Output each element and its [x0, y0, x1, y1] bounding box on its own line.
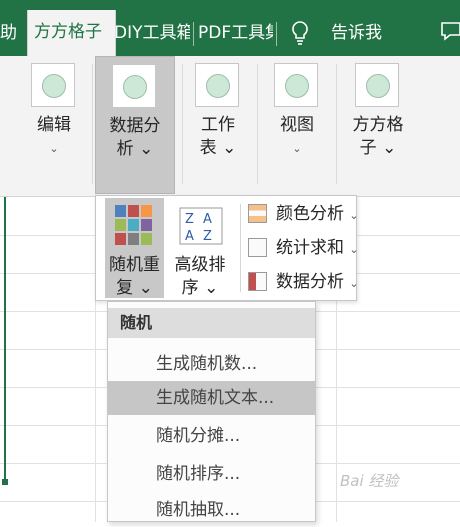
- tab-pdf-tools[interactable]: PDF工具集: [198, 14, 273, 56]
- svg-text:A: A: [203, 212, 212, 227]
- menu-item-generate-random-number[interactable]: 生成随机数...: [108, 347, 315, 381]
- menu-item-random-sort[interactable]: 随机排序...: [108, 457, 315, 491]
- tab-help[interactable]: 助: [0, 14, 22, 56]
- tab-separator: [193, 22, 194, 46]
- tab-fangfanggezi[interactable]: 方方格子: [27, 10, 116, 56]
- data-analysis-small-button[interactable]: 数据分析 ⌄: [246, 267, 361, 297]
- fangfanggezi-button[interactable]: 方方格子 ⌄: [342, 56, 414, 194]
- worksheet-button[interactable]: 工作表 ⌄: [186, 56, 250, 194]
- view-icon: [274, 63, 318, 107]
- lightbulb-icon[interactable]: [289, 20, 311, 46]
- panel-separator: [240, 204, 241, 292]
- ribbon-tab-bar: 助 方方格子 DIY工具箱 PDF工具集 告诉我: [0, 0, 460, 56]
- view-label: 视图 ⌄: [280, 115, 314, 155]
- random-repeat-label: 随机重复 ⌄: [109, 255, 160, 298]
- edit-label: 编辑 ⌄: [37, 115, 71, 155]
- ribbon-separator: [257, 64, 258, 184]
- ribbon-separator: [336, 64, 337, 184]
- sort-az-icon: Z A A Z: [179, 207, 223, 245]
- menu-item-random-allocation[interactable]: 随机分摊...: [108, 419, 315, 453]
- edit-icon: [31, 63, 75, 107]
- selection-border: [4, 197, 6, 483]
- advanced-sort-label: 高级排序 ⌄: [174, 255, 226, 298]
- data-analysis-icon: [112, 64, 156, 108]
- worksheet-icon: [195, 63, 239, 107]
- fangfanggezi-label: 方方格子 ⌄: [352, 115, 404, 158]
- worksheet-label: 工作表 ⌄: [199, 115, 237, 158]
- watermark: Bai 经验: [340, 472, 399, 490]
- ribbon-separator: [92, 64, 93, 184]
- ribbon-panel: 编辑 ⌄ 数据分析 ⌄ 工作表 ⌄ 视图 ⌄ 方方格子 ⌄: [0, 56, 460, 197]
- stat-sum-icon: [248, 238, 267, 257]
- svg-text:A: A: [185, 229, 194, 244]
- tab-separator: [276, 22, 277, 46]
- data-analysis-button[interactable]: 数据分析 ⌄: [95, 56, 175, 194]
- svg-text:Z: Z: [185, 212, 194, 227]
- advanced-sort-button[interactable]: Z A A Z 高级排序 ⌄: [168, 198, 232, 298]
- random-repeat-button[interactable]: 随机重复 ⌄: [105, 198, 164, 298]
- data-analysis-dropdown: 随机重复 ⌄ Z A A Z 高级排序 ⌄ 颜色分析 ⌄ 统计求和 ⌄ 数据分析…: [95, 195, 359, 301]
- tab-diy-toolbox[interactable]: DIY工具箱: [114, 14, 190, 56]
- data-analysis-small-icon: [248, 272, 267, 291]
- color-analysis-button[interactable]: 颜色分析 ⌄: [246, 199, 361, 229]
- fill-handle[interactable]: [2, 479, 8, 485]
- color-grid-icon: [115, 205, 152, 245]
- menu-item-generate-random-text[interactable]: 生成随机文本...: [108, 381, 315, 415]
- menu-header: 随机: [108, 308, 315, 338]
- data-analysis-label: 数据分析 ⌄: [109, 116, 161, 159]
- stat-sum-button[interactable]: 统计求和 ⌄: [246, 233, 361, 263]
- fangfanggezi-icon: [355, 63, 399, 107]
- view-button[interactable]: 视图 ⌄: [265, 56, 329, 194]
- comment-icon[interactable]: [440, 21, 460, 41]
- edit-button[interactable]: 编辑 ⌄: [22, 56, 86, 194]
- tell-me-search[interactable]: 告诉我: [331, 14, 391, 56]
- ribbon-separator: [182, 64, 183, 184]
- color-analysis-icon: [248, 204, 267, 223]
- random-submenu: 随机 生成随机数... 生成随机文本... 随机分摊... 随机排序... 随机…: [107, 301, 316, 522]
- svg-text:Z: Z: [203, 229, 212, 244]
